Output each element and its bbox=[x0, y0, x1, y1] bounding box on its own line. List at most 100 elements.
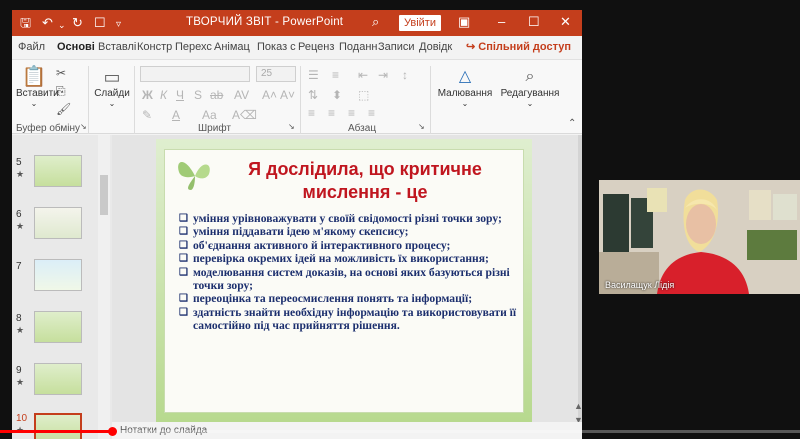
slide-number: 7 bbox=[16, 261, 22, 272]
chevron-down-icon: ⌄ bbox=[108, 99, 116, 108]
smartart-icon[interactable]: ⬚ bbox=[358, 88, 369, 102]
video-progress-track[interactable] bbox=[0, 430, 800, 433]
tab-home[interactable]: Основі bbox=[57, 41, 97, 53]
clear-formatting-icon[interactable]: A⌫ bbox=[232, 108, 257, 122]
slides-label: Слайди bbox=[94, 88, 130, 99]
bullet-item: здатність знайти необхідну інформацію та… bbox=[179, 306, 519, 333]
share-button[interactable]: ↪ Спільний доступ bbox=[466, 40, 571, 53]
tab-insert[interactable]: Вставлі bbox=[98, 41, 136, 53]
share-label: Спільний доступ bbox=[478, 41, 571, 53]
editing-button[interactable]: ⌕ Редагування ⌄ bbox=[500, 66, 560, 108]
change-case-icon[interactable]: Aa bbox=[202, 108, 217, 122]
drawing-button[interactable]: △ Малювання ⌄ bbox=[436, 66, 494, 108]
present-icon[interactable]: ☐ bbox=[94, 15, 106, 31]
collapse-ribbon-icon[interactable]: ⌃ bbox=[568, 118, 576, 129]
tab-file[interactable]: Файл bbox=[18, 41, 50, 53]
thumbnail-scrollbar[interactable] bbox=[98, 135, 110, 439]
slide-title[interactable]: Я дослідила, що критичне мислення - це bbox=[215, 158, 515, 204]
ribbon-tabs: Файл Основі Вставлі Констр Перехс Анімац… bbox=[12, 36, 582, 60]
maximize-icon[interactable]: ☐ bbox=[528, 14, 540, 30]
format-painter-icon[interactable]: 🖌 bbox=[56, 102, 71, 116]
video-progress-fill bbox=[0, 430, 112, 433]
new-slide-button[interactable]: ▭ Слайди ⌄ bbox=[94, 66, 130, 108]
customize-toolbar-icon[interactable]: ▿ bbox=[116, 17, 121, 33]
bullets-icon[interactable]: ☰ bbox=[308, 68, 319, 82]
align-text-icon[interactable]: ⬍ bbox=[332, 88, 342, 102]
webcam-overlay: Василащук Лідія bbox=[599, 180, 800, 294]
sign-in-button[interactable]: Увійти bbox=[399, 15, 441, 31]
font-group-label: Шрифт bbox=[198, 123, 231, 134]
align-center-icon[interactable]: ≡ bbox=[328, 106, 335, 120]
align-left-icon[interactable]: ≡ bbox=[308, 106, 315, 120]
highlight-icon[interactable]: ✎ bbox=[142, 108, 152, 122]
tab-design[interactable]: Констр bbox=[137, 41, 174, 53]
bullet-item: перевірка окремих ідей на можливість їх … bbox=[179, 252, 519, 266]
chevron-down-icon: ⌄ bbox=[30, 99, 38, 108]
drawing-label: Малювання bbox=[437, 88, 493, 99]
font-launcher-icon[interactable]: ↘ bbox=[288, 122, 295, 131]
scrollbar-thumb[interactable] bbox=[100, 175, 108, 215]
paragraph-group-label: Абзац bbox=[348, 123, 377, 134]
align-right-icon[interactable]: ≡ bbox=[348, 106, 355, 120]
text-direction-icon[interactable]: ⇅ bbox=[308, 88, 318, 102]
tab-view[interactable]: Поданн bbox=[339, 41, 377, 53]
shadow-icon[interactable]: S bbox=[194, 88, 202, 102]
slide-title-line: мислення - це bbox=[302, 182, 428, 202]
slide-thumbnail-image bbox=[34, 311, 82, 343]
video-scrubber-knob[interactable] bbox=[108, 427, 117, 436]
previous-slide-icon[interactable]: ▲ bbox=[574, 401, 582, 411]
bullet-item: переоцінка та переосмислення понять та і… bbox=[179, 292, 519, 306]
line-spacing-icon[interactable]: ↕ bbox=[402, 68, 408, 82]
title-bar: 🖫 ↶ ⌄ ↻ ☐ ▿ ТВОРЧИЙ ЗВІТ - PowerPoint ⌕ … bbox=[12, 10, 582, 36]
decrease-font-icon[interactable]: A˅ bbox=[280, 88, 295, 102]
strikethrough-icon[interactable]: ab bbox=[210, 88, 223, 102]
increase-font-icon[interactable]: A˄ bbox=[262, 88, 277, 102]
numbering-icon[interactable]: ≡ bbox=[332, 68, 339, 82]
tab-animations[interactable]: Анімац bbox=[214, 41, 256, 53]
italic-icon[interactable]: К bbox=[160, 88, 167, 102]
copy-icon[interactable]: ⎘ bbox=[56, 84, 66, 99]
search-icon[interactable]: ⌕ bbox=[372, 14, 379, 30]
cut-icon[interactable]: ✂ bbox=[56, 66, 66, 80]
tab-review[interactable]: Реценз bbox=[298, 41, 338, 53]
slide-bullet-list[interactable]: уміння урівноважувати у своїй свідомості… bbox=[179, 212, 519, 333]
tab-slideshow[interactable]: Показ с bbox=[257, 41, 297, 53]
undo-dropdown-icon[interactable]: ⌄ bbox=[58, 17, 66, 33]
slide-editing-area: Я дослідила, що критичне мислення - це у… bbox=[112, 135, 582, 439]
slide-thumbnail-image bbox=[34, 259, 82, 291]
bold-icon[interactable]: Ж bbox=[142, 88, 153, 102]
font-name-box[interactable] bbox=[140, 66, 250, 82]
font-color-icon[interactable]: A bbox=[172, 108, 180, 122]
bullet-item: моделювання систем доказів, на основі як… bbox=[179, 266, 519, 293]
minimize-icon[interactable]: – bbox=[498, 14, 505, 29]
save-icon[interactable]: 🖫 bbox=[20, 15, 31, 31]
current-slide[interactable]: Я дослідила, що критичне мислення - це у… bbox=[156, 139, 532, 423]
increase-indent-icon[interactable]: ⇥ bbox=[378, 68, 388, 82]
undo-icon[interactable]: ↶ bbox=[42, 15, 53, 31]
close-icon[interactable]: ✕ bbox=[560, 14, 571, 30]
divider bbox=[134, 66, 135, 134]
powerpoint-window: 🖫 ↶ ⌄ ↻ ☐ ▿ ТВОРЧИЙ ЗВІТ - PowerPoint ⌕ … bbox=[12, 10, 582, 439]
clipboard-launcher-icon[interactable]: ↘ bbox=[80, 122, 87, 131]
font-size-box[interactable]: 25 bbox=[256, 66, 296, 82]
webcam-video bbox=[599, 180, 800, 294]
slide-content-panel: Я дослідила, що критичне мислення - це у… bbox=[164, 149, 524, 413]
tab-help[interactable]: Довідк bbox=[419, 41, 457, 53]
video-frame: 🖫 ↶ ⌄ ↻ ☐ ▿ ТВОРЧИЙ ЗВІТ - PowerPoint ⌕ … bbox=[0, 0, 800, 439]
decrease-indent-icon[interactable]: ⇤ bbox=[358, 68, 368, 82]
underline-icon[interactable]: Ч bbox=[176, 88, 184, 102]
participant-name: Василащук Лідія bbox=[605, 280, 675, 290]
ribbon-display-icon[interactable]: ▣ bbox=[458, 14, 470, 30]
paste-button[interactable]: 📋 Вставити ⌄ bbox=[16, 66, 59, 108]
tab-transitions[interactable]: Перехс bbox=[175, 41, 213, 53]
tab-recording[interactable]: Записи bbox=[378, 41, 418, 53]
divider bbox=[300, 66, 301, 134]
slide-thumbnail-image bbox=[34, 363, 82, 395]
paragraph-launcher-icon[interactable]: ↘ bbox=[418, 122, 425, 131]
char-spacing-icon[interactable]: AV bbox=[234, 88, 249, 102]
redo-icon[interactable]: ↻ bbox=[72, 15, 83, 31]
justify-icon[interactable]: ≡ bbox=[368, 106, 375, 120]
slide-thumbnail-image bbox=[34, 155, 82, 187]
animation-star-icon: ★ bbox=[16, 325, 25, 335]
slide-scrollbar[interactable] bbox=[578, 135, 582, 439]
